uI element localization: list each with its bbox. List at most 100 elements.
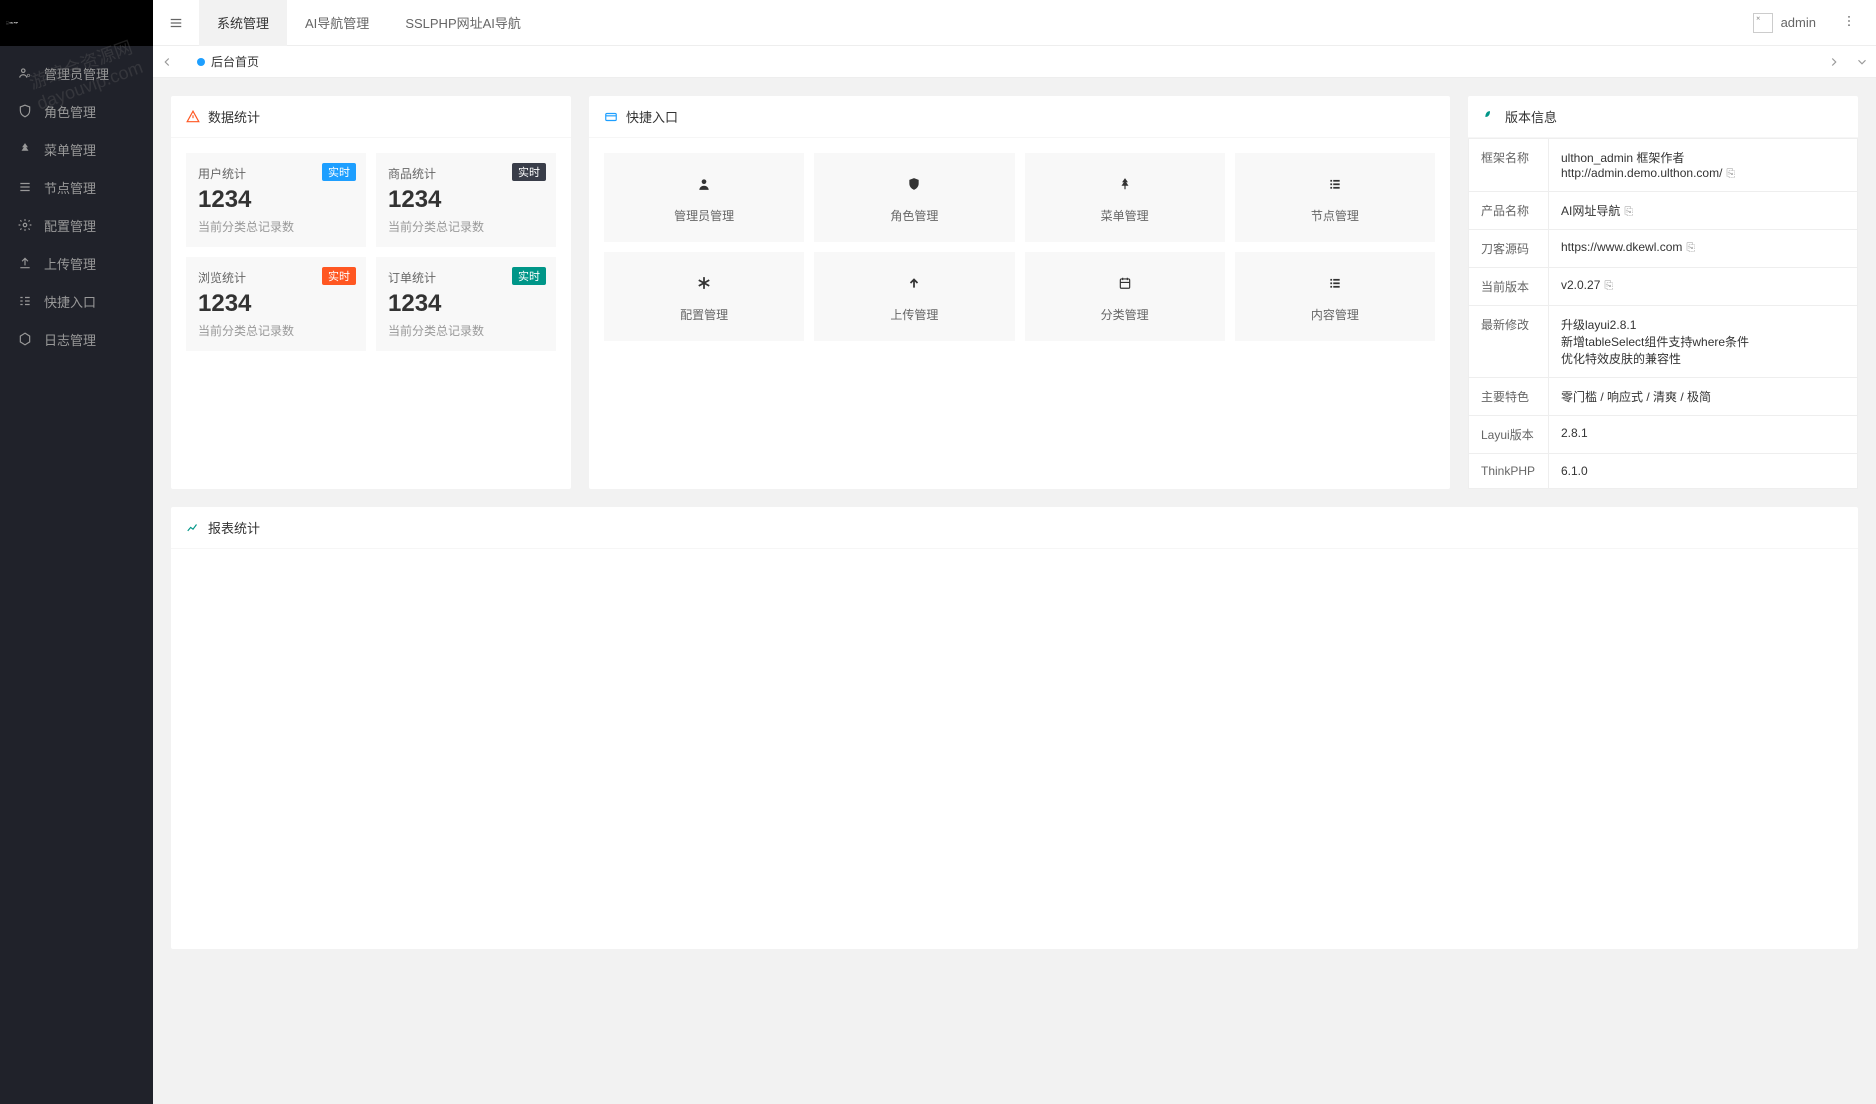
shortcut-icon [824, 171, 1004, 197]
shortcuts-card: 快捷入口 管理员管理 角色管理菜单管理 节点管理配置管理 上传管理分类管理 内容管理 [589, 96, 1450, 489]
logo[interactable]: AI Q SSL PHP [0, 0, 153, 46]
sidebar-item-label: 管理员管理 [44, 64, 109, 83]
sidebar-item-3[interactable]: 节点管理 [0, 168, 153, 206]
copy-icon[interactable]: ⎘ [1624, 206, 1633, 218]
stat-box-3: 订单统计1234当前分类总记录数实时 [376, 257, 556, 351]
shortcut-label: 节点管理 [1245, 207, 1425, 224]
version-value: 零门槛 / 响应式 / 清爽 / 极简 [1549, 378, 1858, 416]
shortcut-item-6[interactable]: 分类管理 [1025, 252, 1225, 341]
shortcut-icon [1245, 171, 1425, 197]
shortcut-icon [614, 171, 794, 197]
stats-card: 数据统计 用户统计1234当前分类总记录数实时商品统计1234当前分类总记录数实… [171, 96, 571, 489]
report-title: 报表统计 [208, 518, 260, 537]
stat-badge: 实时 [322, 267, 356, 285]
content: 数据统计 用户统计1234当前分类总记录数实时商品统计1234当前分类总记录数实… [153, 78, 1876, 1104]
shortcut-item-0[interactable]: 管理员管理 [604, 153, 804, 242]
version-value: AI网址导航⎘ [1549, 192, 1858, 230]
version-label: Layui版本 [1469, 416, 1549, 454]
stat-box-2: 浏览统计1234当前分类总记录数实时 [186, 257, 366, 351]
shortcut-item-3[interactable]: 节点管理 [1235, 153, 1435, 242]
stat-box-1: 商品统计1234当前分类总记录数实时 [376, 153, 556, 247]
stat-desc: 当前分类总记录数 [388, 218, 544, 235]
shortcut-item-1[interactable]: 角色管理 [814, 153, 1014, 242]
more-button[interactable] [1832, 14, 1866, 31]
tab-home[interactable]: 后台首页 [181, 46, 275, 78]
sidebar-item-label: 上传管理 [44, 254, 96, 273]
copy-icon[interactable]: ⎘ [1604, 280, 1613, 292]
shortcut-item-5[interactable]: 上传管理 [814, 252, 1014, 341]
version-label: 主要特色 [1469, 378, 1549, 416]
version-label: 最新修改 [1469, 306, 1549, 378]
logo-image: AI Q SSL PHP [6, 16, 20, 30]
version-value: 升级layui2.8.1 新增tableSelect组件支持where条件 优化… [1549, 306, 1858, 378]
sidebar-item-label: 节点管理 [44, 178, 96, 197]
copy-icon[interactable]: ⎘ [1726, 168, 1735, 180]
shortcut-label: 分类管理 [1035, 306, 1215, 323]
menu-icon [169, 16, 183, 30]
stat-desc: 当前分类总记录数 [388, 322, 544, 339]
sidebar-toggle-button[interactable] [153, 0, 199, 46]
cog-icon [18, 218, 34, 232]
version-value: ulthon_admin 框架作者http://admin.demo.ultho… [1549, 139, 1858, 192]
version-label: 产品名称 [1469, 192, 1549, 230]
version-value: https://www.dkewl.com⎘ [1549, 230, 1858, 268]
sidebar-item-5[interactable]: 上传管理 [0, 244, 153, 282]
header-nav-item-2[interactable]: SSLPHP网址AI导航 [387, 0, 539, 46]
sidebar-item-label: 角色管理 [44, 102, 96, 121]
grid-icon [18, 294, 34, 308]
version-row-2: 刀客源码https://www.dkewl.com⎘ [1469, 230, 1858, 268]
version-label: 当前版本 [1469, 268, 1549, 306]
sidebar-item-label: 快捷入口 [44, 292, 96, 311]
tree-icon [18, 142, 34, 156]
shortcut-item-2[interactable]: 菜单管理 [1025, 153, 1225, 242]
header-nav-item-0[interactable]: 系统管理 [199, 0, 287, 46]
version-row-7: ThinkPHP6.1.0 [1469, 454, 1858, 489]
version-row-3: 当前版本v2.0.27⎘ [1469, 268, 1858, 306]
version-row-6: Layui版本2.8.1 [1469, 416, 1858, 454]
chevron-right-icon [1827, 55, 1841, 69]
shortcut-item-7[interactable]: 内容管理 [1235, 252, 1435, 341]
tab-active-dot [197, 58, 205, 66]
sidebar-item-label: 配置管理 [44, 216, 96, 235]
tab-dropdown-button[interactable] [1848, 46, 1876, 78]
version-title: 版本信息 [1505, 107, 1557, 126]
chevron-down-icon [1855, 55, 1869, 69]
broken-image-icon [1754, 14, 1768, 28]
leaf-icon [1483, 110, 1497, 124]
copy-icon[interactable]: ⎘ [1686, 242, 1695, 254]
more-vertical-icon [1842, 14, 1856, 28]
version-label: 框架名称 [1469, 139, 1549, 192]
sidebar-item-4[interactable]: 配置管理 [0, 206, 153, 244]
user-name[interactable]: admin [1781, 15, 1816, 30]
shield-icon [18, 104, 34, 118]
shortcut-label: 菜单管理 [1035, 207, 1215, 224]
shortcut-label: 配置管理 [614, 306, 794, 323]
list-icon [18, 180, 34, 194]
sidebar-item-2[interactable]: 菜单管理 [0, 130, 153, 168]
shortcut-label: 管理员管理 [614, 207, 794, 224]
sidebar-item-7[interactable]: 日志管理 [0, 320, 153, 358]
stat-badge: 实时 [512, 267, 546, 285]
shortcut-item-4[interactable]: 配置管理 [604, 252, 804, 341]
sidebar-item-1[interactable]: 角色管理 [0, 92, 153, 130]
upload-icon [18, 256, 34, 270]
version-value: 2.8.1 [1549, 416, 1858, 454]
sidebar-item-0[interactable]: 管理员管理 [0, 54, 153, 92]
shortcuts-title: 快捷入口 [626, 107, 678, 126]
header-nav-item-1[interactable]: AI导航管理 [287, 0, 387, 46]
shortcut-icon [824, 270, 1004, 296]
version-value: 6.1.0 [1549, 454, 1858, 489]
version-row-0: 框架名称ulthon_admin 框架作者http://admin.demo.u… [1469, 139, 1858, 192]
stat-value: 1234 [198, 186, 354, 214]
sidebar-item-label: 日志管理 [44, 330, 96, 349]
avatar[interactable] [1753, 13, 1773, 33]
version-card: 版本信息 框架名称ulthon_admin 框架作者http://admin.d… [1468, 96, 1858, 489]
sidebar-item-6[interactable]: 快捷入口 [0, 282, 153, 320]
warning-icon [186, 110, 200, 124]
tab-prev-button[interactable] [153, 46, 181, 78]
tab-next-button[interactable] [1820, 46, 1848, 78]
stat-box-0: 用户统计1234当前分类总记录数实时 [186, 153, 366, 247]
stat-value: 1234 [388, 186, 544, 214]
sidebar: AI Q SSL PHP 管理员管理角色管理菜单管理节点管理配置管理上传管理快捷… [0, 0, 153, 1104]
stat-value: 1234 [198, 290, 354, 318]
